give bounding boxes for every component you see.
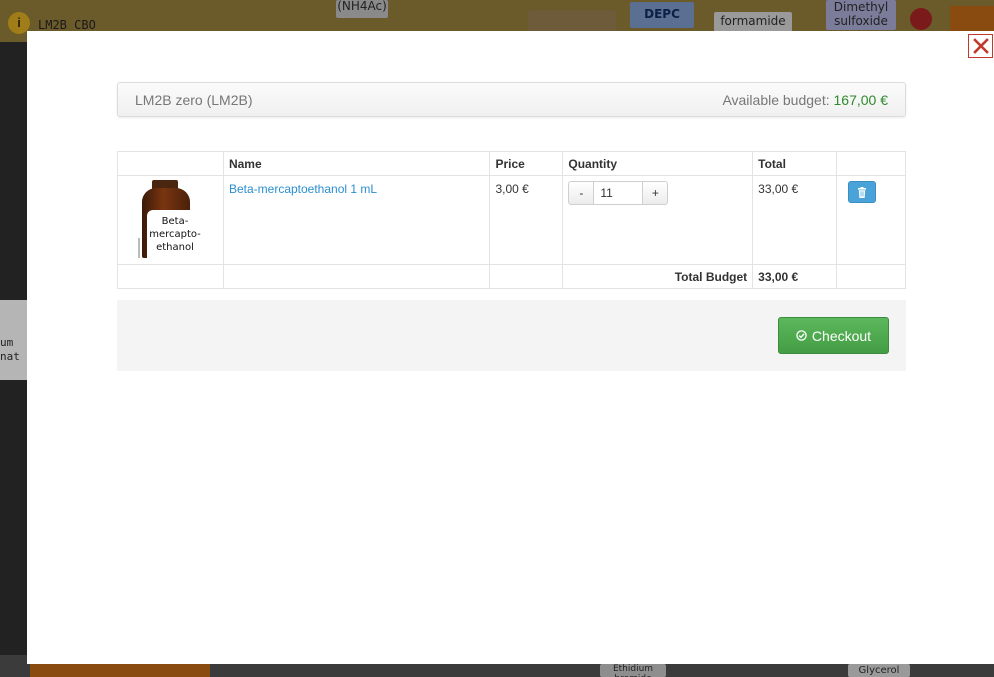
table-header-row: Name Price Quantity Total xyxy=(117,151,906,176)
account-name: LM2B zero (LM2B) xyxy=(135,91,253,108)
product-image-label: Beta- mercapto- ethanol xyxy=(147,210,203,258)
budget-value: 167,00 € xyxy=(833,91,889,108)
checkout-button[interactable]: Checkout xyxy=(778,317,889,354)
header-image xyxy=(117,151,224,176)
total-budget-label: Total Budget xyxy=(562,264,754,289)
background-shelf-item: formamide xyxy=(714,12,792,32)
actions-cell xyxy=(836,175,906,265)
total-budget-value: 33,00 € xyxy=(752,264,838,289)
cart-modal: LM2B zero (LM2B) Available budget: 167,0… xyxy=(27,31,994,664)
checkout-check-icon xyxy=(796,330,807,341)
total-row-empty xyxy=(117,264,224,289)
checkout-panel: Checkout xyxy=(117,300,906,371)
product-name-cell: Beta-mercaptoethanol 1 mL xyxy=(222,175,491,265)
product-price: 3,00 € xyxy=(489,175,564,265)
total-row-empty xyxy=(222,264,491,289)
background-side-text: nat xyxy=(0,350,20,363)
header-actions xyxy=(836,151,906,176)
budget-label: Available budget: xyxy=(722,91,830,108)
available-budget: Available budget: 167,00 € xyxy=(722,92,888,108)
quantity-input[interactable]: 11 xyxy=(594,181,643,205)
background-bottle xyxy=(528,10,616,32)
product-line-total: 33,00 € xyxy=(752,175,838,265)
trash-icon xyxy=(858,186,867,198)
delete-item-button[interactable] xyxy=(848,181,877,203)
background-shelf-item: DEPC xyxy=(630,2,694,28)
product-image: Beta- mercapto- ethanol xyxy=(123,180,209,258)
header-total: Total xyxy=(752,151,838,176)
background-lab-label: LM2B CBO xyxy=(38,18,96,32)
total-row-empty xyxy=(836,264,906,289)
quantity-increase-button[interactable]: + xyxy=(642,181,669,205)
cart-table: Name Price Quantity Total Beta- mercapto… xyxy=(117,151,906,289)
background-orange-shelf xyxy=(30,664,210,677)
background-orange-block xyxy=(950,6,994,32)
table-row: Beta- mercapto- ethanol Beta-mercaptoeth… xyxy=(117,175,906,265)
background-shelf-item: Glycerol xyxy=(848,664,910,677)
checkout-label: Checkout xyxy=(811,327,872,344)
background-shelf-item: (NH4Ac) xyxy=(336,0,388,18)
quantity-cell: - 11 + xyxy=(562,175,754,265)
close-x-icon xyxy=(972,38,989,54)
quantity-stepper: - 11 + xyxy=(568,181,747,205)
product-name-link[interactable]: Beta-mercaptoethanol 1 mL xyxy=(229,182,377,196)
quantity-decrease-button[interactable]: - xyxy=(568,181,595,205)
total-row: Total Budget 33,00 € xyxy=(117,264,906,289)
header-quantity: Quantity xyxy=(562,151,754,176)
product-image-cell: Beta- mercapto- ethanol xyxy=(117,175,224,265)
header-name: Name xyxy=(222,151,491,176)
background-shelf-item: Ethidium bromide xyxy=(600,664,666,677)
budget-summary-bar: LM2B zero (LM2B) Available budget: 167,0… xyxy=(117,82,906,117)
background-side-text: um xyxy=(0,336,14,349)
total-row-empty xyxy=(489,264,564,289)
background-red-button xyxy=(910,8,932,30)
close-modal-button[interactable] xyxy=(968,34,993,58)
background-shelf-item: Dimethyl sulfoxide xyxy=(826,0,896,30)
header-price: Price xyxy=(489,151,564,176)
